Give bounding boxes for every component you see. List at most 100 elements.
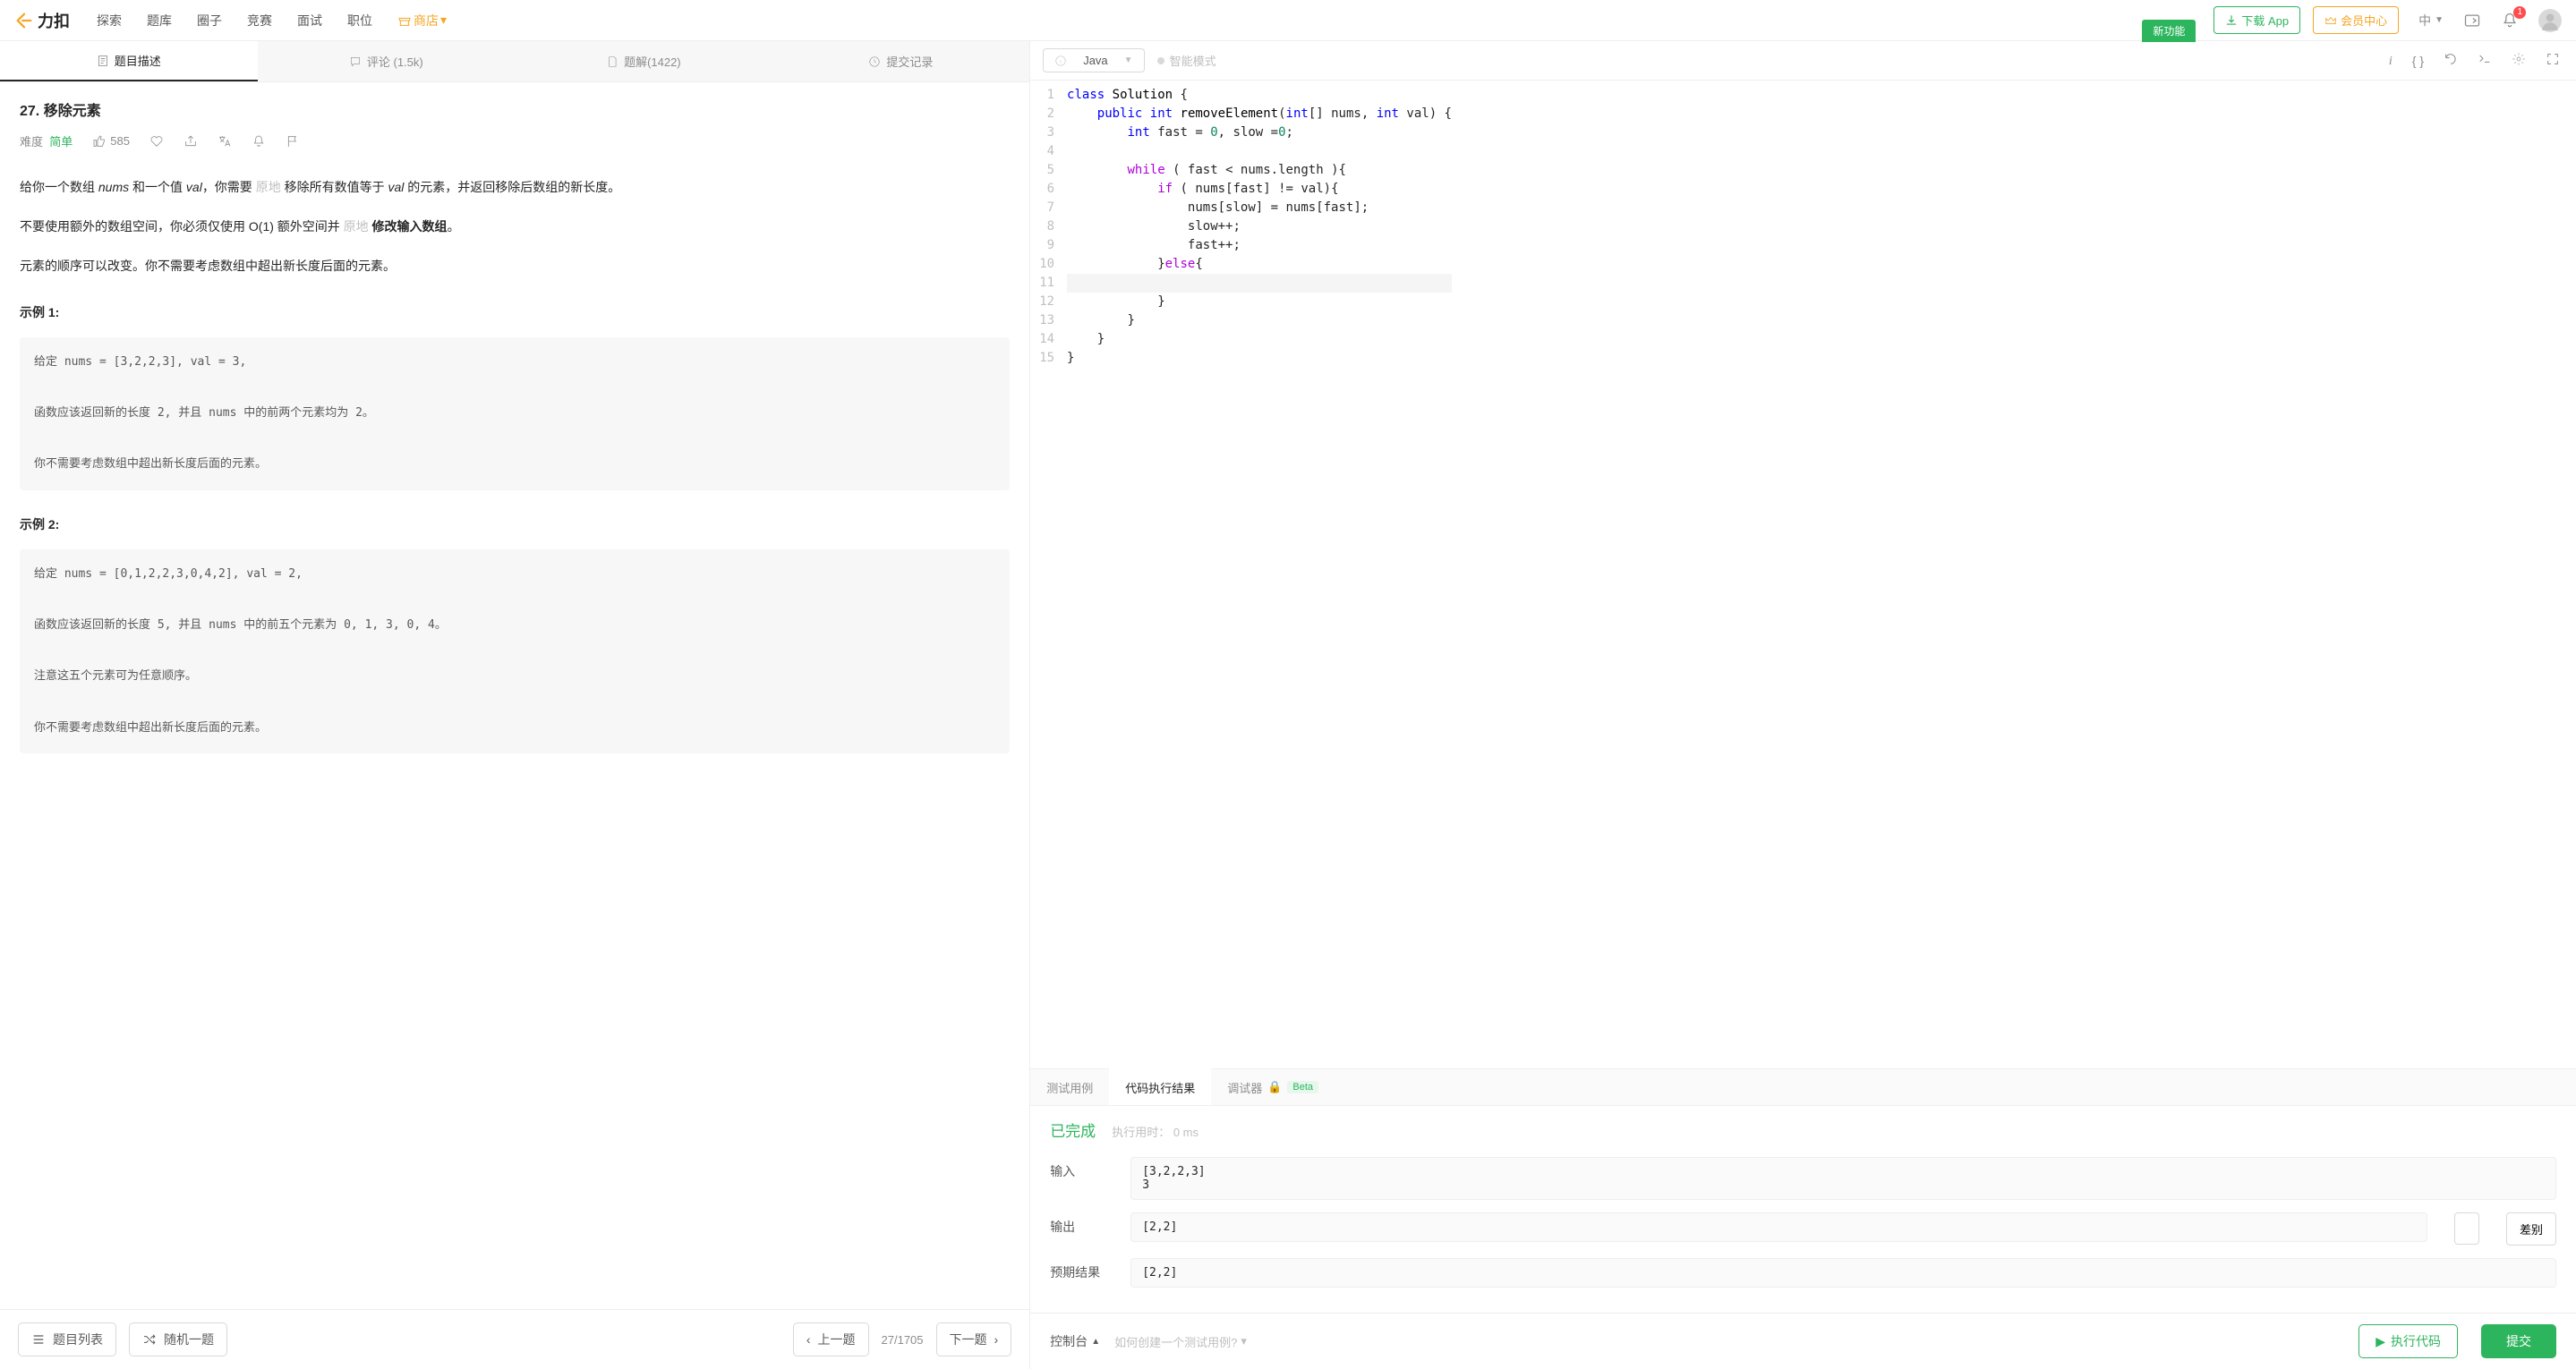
chevron-right-icon: ›	[994, 1332, 999, 1347]
translate-icon	[218, 134, 232, 149]
comment-icon	[349, 55, 362, 68]
result-tabs: 测试用例 代码执行结果 调试器 🔒 Beta	[1030, 1068, 2576, 1106]
difficulty-value: 简单	[49, 135, 73, 149]
fullscreen-button[interactable]	[2542, 48, 2563, 72]
example1-block: 给定 nums = [3,2,2,3], val = 3, 函数应该返回新的长度…	[20, 337, 1010, 490]
console-toggle[interactable]: 控制台 ▲	[1050, 1332, 1100, 1350]
description-icon	[97, 55, 109, 67]
output-label: 输出	[1050, 1212, 1113, 1236]
logo[interactable]: 力扣	[14, 9, 70, 32]
tab-description[interactable]: 题目描述	[0, 41, 258, 81]
output-color-box	[2454, 1212, 2479, 1245]
settings-button[interactable]	[2508, 48, 2529, 72]
info-button[interactable]: i	[2385, 49, 2396, 72]
nav-contest[interactable]: 竞赛	[236, 0, 283, 41]
nav-store[interactable]: 商店 ▾	[387, 0, 457, 41]
example2-label: 示例 2:	[20, 512, 1010, 537]
tab-submissions[interactable]: 提交记录	[772, 41, 1030, 81]
download-app-button[interactable]: 下载 App	[2213, 6, 2300, 34]
problem-title: 27. 移除元素	[20, 98, 1010, 120]
solution-icon	[606, 55, 618, 68]
random-label: 随机一题	[164, 1331, 214, 1348]
left-footer: 题目列表 随机一题 ‹ 上一题 27/1705 下一题 ›	[0, 1309, 1029, 1369]
problem-tabs: 题目描述 评论 (1.5k) 题解(1422) 提交记录	[0, 41, 1029, 82]
language-label: Java	[1083, 54, 1107, 67]
run-button[interactable]: ▶ 执行代码	[2358, 1324, 2458, 1358]
status-dot-icon	[1157, 57, 1164, 64]
brackets-button[interactable]: { }	[2409, 50, 2427, 72]
problem-list-button[interactable]: 题目列表	[18, 1322, 116, 1356]
tab-description-label: 题目描述	[115, 52, 161, 69]
vip-button[interactable]: 会员中心	[2313, 6, 2399, 34]
share-button[interactable]	[183, 134, 198, 149]
nav-discuss[interactable]: 圈子	[186, 0, 233, 41]
notify-button[interactable]	[252, 134, 266, 149]
shell-button[interactable]	[2474, 48, 2495, 72]
share-icon	[183, 134, 198, 149]
tab-debugger-label: 调试器	[1227, 1079, 1262, 1096]
feedback-button[interactable]	[286, 134, 300, 149]
language-switcher[interactable]: 中 ▼	[2418, 12, 2444, 30]
run-status: 已完成	[1050, 1118, 1096, 1141]
problem-meta: 难度 简单 585	[20, 132, 1010, 149]
undo-icon	[2444, 52, 2458, 66]
favorite-button[interactable]	[149, 134, 164, 149]
chevron-left-icon: ‹	[806, 1332, 811, 1347]
example2-block: 给定 nums = [0,1,2,2,3,0,4,2], val = 2, 函数…	[20, 549, 1010, 753]
line-gutter: 123456789101112131415	[1030, 81, 1067, 1068]
like-button[interactable]: 585	[92, 134, 130, 149]
lang-label: 中	[2418, 12, 2431, 30]
code-area[interactable]: class Solution { public int removeElemen…	[1067, 81, 1452, 1068]
tab-testcase[interactable]: 测试用例	[1030, 1069, 1109, 1105]
smart-mode-toggle[interactable]: 智能模式	[1157, 52, 1216, 69]
leetcode-logo-icon	[14, 11, 34, 30]
diff-button[interactable]: 差别	[2506, 1212, 2556, 1246]
download-icon	[2225, 14, 2238, 27]
flag-icon	[286, 134, 300, 149]
example1-label: 示例 1:	[20, 300, 1010, 325]
result-body: 已完成 执行用时： 0 ms 输入 [3,2,2,3] 3 输出 [2,2] 差…	[1030, 1106, 2576, 1313]
tab-solutions[interactable]: 题解(1422)	[515, 41, 772, 81]
next-button[interactable]: 下一题 ›	[936, 1322, 1012, 1356]
description-body[interactable]: 27. 移除元素 难度 简单 585 给你一个数组 nums 和一个值 val，…	[0, 82, 1029, 1309]
shuffle-icon	[142, 1332, 157, 1347]
prev-label: 上一题	[818, 1331, 856, 1348]
problem-description: 给你一个数组 nums 和一个值 val，你需要 原地 移除所有数值等于 val…	[20, 174, 1010, 753]
tab-solutions-label: 题解(1422)	[624, 53, 681, 70]
howto-label: 如何创建一个测试用例?	[1114, 1333, 1237, 1350]
nav-problems[interactable]: 题库	[136, 0, 183, 41]
right-footer: 控制台 ▲ 如何创建一个测试用例? ▾ ▶ 执行代码 提交	[1030, 1313, 2576, 1369]
store-icon	[397, 13, 412, 28]
caret-down-icon: ▾	[440, 13, 447, 28]
beta-badge: Beta	[1287, 1081, 1318, 1093]
tab-comments[interactable]: 评论 (1.5k)	[258, 41, 516, 81]
tab-run-result[interactable]: 代码执行结果	[1109, 1068, 1211, 1105]
run-label: 执行代码	[2391, 1332, 2441, 1350]
nav-jobs[interactable]: 职位	[337, 0, 383, 41]
nav-interview[interactable]: 面试	[286, 0, 333, 41]
nav-explore[interactable]: 探索	[86, 0, 132, 41]
download-label: 下载 App	[2241, 12, 2289, 29]
code-editor[interactable]: 123456789101112131415 class Solution { p…	[1030, 81, 2576, 1068]
reset-button[interactable]	[2440, 48, 2461, 72]
avatar[interactable]	[2538, 9, 2562, 32]
random-button[interactable]: 随机一题	[129, 1322, 227, 1356]
submit-button[interactable]: 提交	[2481, 1324, 2556, 1358]
store-label: 商店	[414, 12, 439, 30]
gear-icon	[2512, 52, 2526, 66]
language-select[interactable]: Java ▼	[1043, 48, 1144, 72]
thumbs-up-icon	[92, 134, 107, 149]
playground-icon[interactable]	[2463, 12, 2481, 30]
translate-button[interactable]	[218, 134, 232, 149]
prev-button[interactable]: ‹ 上一题	[793, 1322, 869, 1356]
tab-debugger[interactable]: 调试器 🔒 Beta	[1211, 1069, 1335, 1105]
next-label: 下一题	[950, 1331, 987, 1348]
like-count: 585	[110, 134, 130, 148]
tab-comments-label: 评论 (1.5k)	[367, 53, 423, 70]
new-feature-badge[interactable]: 新功能	[2142, 20, 2196, 42]
topbar: 力扣 探索 题库 圈子 竞赛 面试 职位 商店 ▾ 新功能 下载 App 会员中…	[0, 0, 2576, 41]
history-icon	[868, 55, 881, 68]
howto-link[interactable]: 如何创建一个测试用例? ▾	[1114, 1333, 1247, 1350]
notifications-icon[interactable]: 1	[2501, 12, 2519, 30]
notif-badge: 1	[2513, 6, 2526, 19]
